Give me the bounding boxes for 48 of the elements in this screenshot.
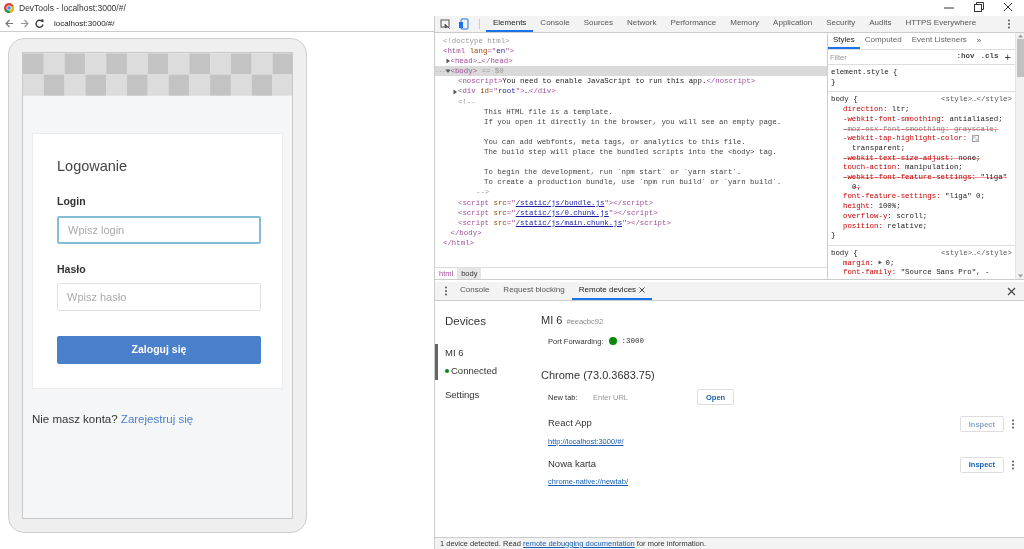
styles-tab[interactable]: Event Listeners — [906, 33, 972, 49]
form-heading: Logowanie — [57, 157, 129, 176]
sidebar-item[interactable]: Settings — [435, 385, 537, 404]
devtools-tab[interactable]: HTTPS Everywhere — [898, 16, 984, 32]
devtools-tab[interactable]: Console — [533, 16, 577, 32]
signup-link[interactable]: Zarejestruj się — [120, 413, 194, 426]
styles-tab[interactable]: Styles — [828, 33, 860, 49]
field-label: Login — [57, 193, 87, 209]
devtools-tab[interactable]: Security — [819, 16, 863, 32]
window-title: DevTools - localhost:3000/#/ — [19, 1, 126, 15]
drawer-tab[interactable]: Request blocking — [496, 282, 572, 300]
close-tab-icon[interactable] — [639, 287, 646, 293]
devtools-tab[interactable]: Audits — [862, 16, 899, 32]
drawer-tab[interactable]: Remote devices — [571, 282, 653, 300]
color-swatch-icon[interactable] — [971, 134, 979, 142]
login-button[interactable]: Zaloguj się — [57, 336, 261, 365]
input-field[interactable]: Wpisz login — [57, 215, 261, 244]
sidebar-item[interactable]: MI 6 Connected — [435, 344, 537, 380]
page-title: Nowa karta — [548, 456, 598, 471]
status-dot-icon — [609, 337, 618, 346]
drawer-tab[interactable]: Console — [453, 282, 497, 300]
forward-arrow-icon[interactable] — [20, 19, 29, 28]
device-name: MI 6 — [541, 313, 563, 328]
field-label: Hasło — [57, 261, 87, 277]
devtools-tab[interactable]: Network — [620, 16, 664, 32]
collapsed-arrow-icon[interactable] — [452, 88, 458, 95]
page-title: React App — [548, 416, 593, 431]
more-tabs-button[interactable]: » — [971, 33, 987, 49]
url-text: localhost:3000/#/ — [54, 17, 115, 30]
browser-version: Chrome (73.0.3683.75) — [541, 367, 656, 383]
collapsed-arrow-icon[interactable] — [444, 58, 451, 65]
signup-prompt: Nie masz konta? Zarejestruj się — [32, 412, 195, 428]
reload-icon[interactable] — [35, 19, 44, 28]
expanded-arrow-icon[interactable] — [444, 68, 451, 75]
add-rule-button[interactable]: + — [1004, 48, 1013, 66]
browser-logo-icon — [4, 3, 14, 13]
scrollbar-thumb[interactable] — [1016, 39, 1024, 77]
back-arrow-icon[interactable] — [5, 19, 14, 28]
expand-arrow-icon[interactable] — [878, 260, 884, 266]
sidebar-heading: Devices — [444, 314, 487, 329]
devtools-tab[interactable]: Performance — [663, 16, 724, 32]
status-dot-icon — [445, 368, 449, 373]
devtools-tab[interactable]: Application — [766, 16, 820, 32]
devtools-tab[interactable]: Memory — [723, 16, 767, 32]
devtools-tab[interactable]: Elements — [486, 16, 534, 32]
styles-tab[interactable]: Computed — [859, 33, 907, 49]
devtools-tab[interactable]: Sources — [576, 16, 621, 32]
close-drawer-icon[interactable] — [1007, 286, 1016, 296]
